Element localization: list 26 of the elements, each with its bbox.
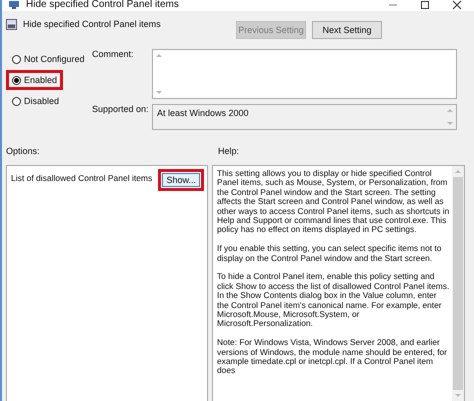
computer-icon <box>8 0 20 10</box>
policy-icon <box>6 19 17 30</box>
supported-field: At least Windows 2000 <box>152 104 457 130</box>
option-label: List of disallowed Control Panel items <box>11 173 152 183</box>
radio-button[interactable] <box>12 96 21 106</box>
help-paragraph: To hide a Control Panel item, enable this policy setting and click Show to access the list of disallowed Control Panel items. In the Show Contents dialog box in the Value column, enter the Control Panel item's canonical name. For example, enter Microsoft.Mouse, Microsoft.System, or Microsoft.Personalization. <box>217 272 450 329</box>
comment-field[interactable] <box>152 49 457 99</box>
close-icon[interactable] <box>452 0 462 10</box>
section-label: Help: <box>218 146 240 156</box>
help-paragraph: If you enable this setting, you can select specific items not to display on the Control Panel window and the Start screen. <box>217 244 442 264</box>
section-label: Options: <box>6 146 41 156</box>
setting-title: Hide specified Control Panel items <box>23 19 161 29</box>
help-paragraph: This setting allows you to display or hide specified Control Panel items, such as Mouse, System, or Personalization, from the Control Panel window and the Start screen. The setting affects the Start screen and Control Panel window, as well as other ways to access Control Panel items, such as shortcuts in Help and Support or command lines that use control.exe. This policy has no effect on items displayed in PC settings. <box>217 169 450 235</box>
maximize-icon[interactable] <box>420 0 430 10</box>
scrollbar[interactable] <box>452 166 464 401</box>
help-paragraph: Note: For Windows Vista, Windows Server 2008, and earlier versions of Windows, the module name should be entered, for example timedate.cpl or inetcpl.cpl. If a Control Panel item does <box>217 338 448 376</box>
radio-label: Disabled <box>24 96 60 106</box>
nav-button[interactable]: Next Setting <box>312 21 382 39</box>
show-button[interactable]: Show... <box>162 173 200 187</box>
radio-button[interactable] <box>12 54 21 64</box>
radio-label: Not Configured <box>24 54 85 64</box>
field-label: Supported on: <box>92 104 150 116</box>
window-title: Hide specified Control Panel items <box>26 0 179 10</box>
radio-label: Enabled <box>24 75 58 85</box>
field-label: Comment: <box>92 49 135 61</box>
radio-button[interactable] <box>12 76 21 84</box>
